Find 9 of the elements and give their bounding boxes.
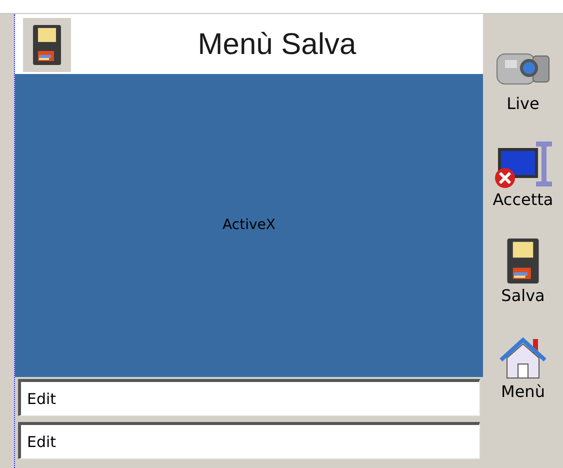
sidebar-button[interactable]: Accetta xyxy=(483,118,563,212)
edit-field[interactable]: Edit xyxy=(18,379,480,416)
edit-field[interactable]: Edit xyxy=(18,422,480,459)
page-title: Menù Salva xyxy=(196,27,358,63)
sidebar-button[interactable]: Menù xyxy=(483,310,563,404)
sidebar-button[interactable]: Salva xyxy=(483,214,563,308)
sidebar-button[interactable]: Live xyxy=(483,22,563,116)
activex-label: ActiveX xyxy=(222,216,276,235)
monitor-error-icon xyxy=(492,140,554,190)
